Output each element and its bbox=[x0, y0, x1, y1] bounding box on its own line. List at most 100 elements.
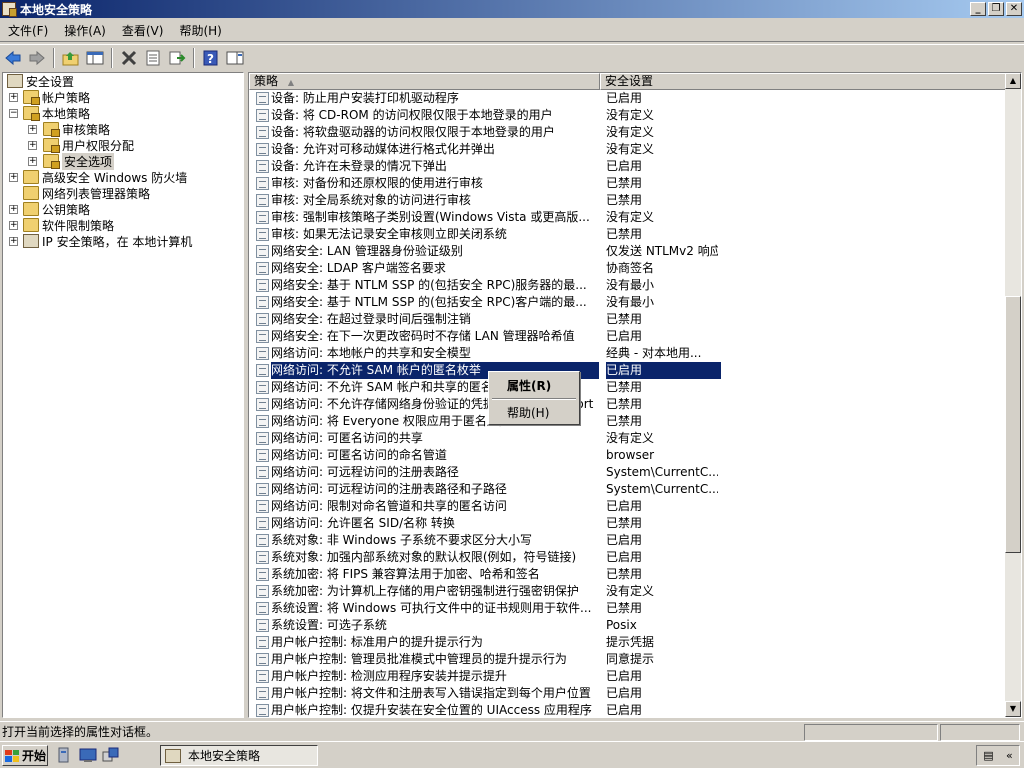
table-row[interactable]: 设备: 允许对可移动媒体进行格式化并弹出 没有定义 bbox=[249, 141, 1007, 158]
policy-name: 系统对象: 加强内部系统对象的默认权限(例如，符号链接) bbox=[271, 550, 577, 564]
table-row[interactable]: 系统加密: 为计算机上存储的用户密钥强制进行强密钥保护 没有定义 bbox=[249, 583, 1007, 600]
context-menu-properties[interactable]: 属性(R) bbox=[493, 377, 575, 395]
help-button[interactable]: ? bbox=[200, 47, 222, 69]
tree-node-firewall[interactable]: 高级安全 Windows 防火墙 bbox=[23, 169, 187, 185]
policy-item-icon bbox=[256, 381, 269, 394]
expand-toggle[interactable]: + bbox=[9, 237, 18, 246]
table-row[interactable]: 网络安全: 在超过登录时间后强制注销 已禁用 bbox=[249, 311, 1007, 328]
expand-toggle[interactable]: + bbox=[9, 221, 18, 230]
scroll-thumb[interactable] bbox=[1005, 296, 1021, 553]
table-row[interactable]: 网络安全: 基于 NTLM SSP 的(包括安全 RPC)客户端的最... 没有最… bbox=[249, 294, 1007, 311]
taskbar-item-local-security-policy[interactable]: 本地安全策略 bbox=[160, 745, 318, 766]
policy-item-icon bbox=[256, 687, 269, 700]
delete-button[interactable] bbox=[118, 47, 140, 69]
tree-node-audit-policy[interactable]: 审核策略 bbox=[43, 121, 110, 137]
column-header-setting[interactable]: 安全设置 bbox=[600, 73, 1010, 90]
table-row[interactable]: 网络安全: 在下一次更改密码时不存储 LAN 管理器哈希值 已启用 bbox=[249, 328, 1007, 345]
table-row[interactable]: 网络访问: 可匿名访问的命名管道 browser bbox=[249, 447, 1007, 464]
policy-item-icon bbox=[256, 466, 269, 479]
tree-node-security-options[interactable]: 安全选项 bbox=[43, 152, 115, 170]
tree-node-local-policy[interactable]: 本地策略 bbox=[23, 105, 90, 121]
table-row[interactable]: 网络访问: 不允许 SAM 帐户和共享的匿名枚举 已禁用 bbox=[249, 379, 1007, 396]
title-bar[interactable]: 本地安全策略 _ ❐ ✕ bbox=[0, 0, 1024, 18]
show-hide-tree-button[interactable] bbox=[84, 47, 106, 69]
server-manager-icon[interactable] bbox=[56, 747, 74, 763]
column-header-policy[interactable]: 策略 ▲ bbox=[249, 73, 600, 90]
menu-help[interactable]: 帮助(H) bbox=[171, 22, 229, 39]
table-row[interactable]: 网络访问: 可远程访问的注册表路径 System\CurrentC... bbox=[249, 464, 1007, 481]
table-row[interactable]: 网络访问: 本地帐户的共享和安全模型 经典 - 对本地用... bbox=[249, 345, 1007, 362]
menu-file[interactable]: 文件(F) bbox=[0, 22, 56, 39]
tree-node-software-restriction[interactable]: 软件限制策略 bbox=[23, 217, 114, 233]
table-row[interactable]: 网络访问: 不允许 SAM 帐户的匿名枚举 已启用 bbox=[249, 362, 1007, 379]
policy-setting: 已启用 bbox=[606, 533, 643, 547]
policy-setting: browser bbox=[606, 448, 655, 462]
scroll-down-button[interactable]: ▼ bbox=[1005, 701, 1021, 717]
properties-button[interactable] bbox=[142, 47, 164, 69]
table-row[interactable]: 用户帐户控制: 仅提升安装在安全位置的 UIAccess 应用程序 已启用 bbox=[249, 702, 1007, 717]
start-button[interactable]: 开始 bbox=[2, 745, 48, 766]
tree-label: 安全设置 bbox=[26, 74, 75, 89]
table-row[interactable]: 用户帐户控制: 检测应用程序安装并提示提升 已启用 bbox=[249, 668, 1007, 685]
menu-view[interactable]: 查看(V) bbox=[114, 22, 172, 39]
table-row[interactable]: 系统设置: 将 Windows 可执行文件中的证书规则用于软件... 已禁用 bbox=[249, 600, 1007, 617]
table-row[interactable]: 审核: 对备份和还原权限的使用进行审核 已禁用 bbox=[249, 175, 1007, 192]
table-row[interactable]: 用户帐户控制: 将文件和注册表写入错误指定到每个用户位置 已启用 bbox=[249, 685, 1007, 702]
close-button[interactable]: ✕ bbox=[1006, 2, 1022, 16]
expand-toggle[interactable]: + bbox=[28, 125, 37, 134]
network-tray-icon[interactable]: ▤ bbox=[983, 749, 993, 762]
table-row[interactable]: 系统加密: 将 FIPS 兼容算法用于加密、哈希和签名 已禁用 bbox=[249, 566, 1007, 583]
tree-node-public-key[interactable]: 公钥策略 bbox=[23, 201, 90, 217]
vertical-scrollbar[interactable]: ▲ ▼ bbox=[1005, 73, 1021, 717]
table-row[interactable]: 用户帐户控制: 管理员批准模式中管理员的提升提示行为 同意提示 bbox=[249, 651, 1007, 668]
tray-expand-icon[interactable]: « bbox=[1006, 749, 1013, 762]
show-desktop-icon[interactable] bbox=[79, 747, 97, 763]
tree-node-network-list[interactable]: 网络列表管理器策略 bbox=[23, 185, 150, 201]
expand-toggle[interactable]: + bbox=[9, 173, 18, 182]
tree-node-account-policy[interactable]: 帐户策略 bbox=[23, 89, 90, 105]
up-level-button[interactable] bbox=[60, 47, 82, 69]
expand-toggle[interactable]: + bbox=[9, 205, 18, 214]
minimize-button[interactable]: _ bbox=[970, 2, 986, 16]
collapse-toggle[interactable]: − bbox=[9, 109, 18, 118]
table-row[interactable]: 审核: 强制审核策略子类别设置(Windows Vista 或更高版... 没有定… bbox=[249, 209, 1007, 226]
policy-name: 网络访问: 可远程访问的注册表路径和子路径 bbox=[271, 482, 507, 496]
table-row[interactable]: 网络安全: LDAP 客户端签名要求 协商签名 bbox=[249, 260, 1007, 277]
table-row[interactable]: 审核: 对全局系统对象的访问进行审核 已禁用 bbox=[249, 192, 1007, 209]
table-row[interactable]: 网络访问: 可远程访问的注册表路径和子路径 System\CurrentC... bbox=[249, 481, 1007, 498]
table-row[interactable]: 网络访问: 不允许存储网络身份验证的凭据或 .NET Passport 已禁用 bbox=[249, 396, 1007, 413]
table-row[interactable]: 设备: 防止用户安装打印机驱动程序 已启用 bbox=[249, 90, 1007, 107]
table-row[interactable]: 设备: 将 CD-ROM 的访问权限仅限于本地登录的用户 没有定义 bbox=[249, 107, 1007, 124]
table-row[interactable]: 网络访问: 将 Everyone 权限应用于匿名用户 已禁用 bbox=[249, 413, 1007, 430]
table-row[interactable]: 审核: 如果无法记录安全审核则立即关闭系统 已禁用 bbox=[249, 226, 1007, 243]
scroll-up-button[interactable]: ▲ bbox=[1005, 73, 1021, 89]
expand-toggle[interactable]: + bbox=[28, 157, 37, 166]
tree-node-ipsec[interactable]: IP 安全策略，在 本地计算机 bbox=[23, 233, 192, 249]
table-row[interactable]: 用户帐户控制: 标准用户的提升提示行为 提示凭据 bbox=[249, 634, 1007, 651]
forward-button[interactable] bbox=[26, 47, 48, 69]
table-row[interactable]: 网络访问: 限制对命名管道和共享的匿名访问 已启用 bbox=[249, 498, 1007, 515]
table-row[interactable]: 网络访问: 可匿名访问的共享 没有定义 bbox=[249, 430, 1007, 447]
table-row[interactable]: 系统对象: 非 Windows 子系统不要求区分大小写 已启用 bbox=[249, 532, 1007, 549]
show-hide-action-pane-button[interactable] bbox=[224, 47, 246, 69]
table-row[interactable]: 网络访问: 允许匿名 SID/名称 转换 已禁用 bbox=[249, 515, 1007, 532]
tree-node-security-settings[interactable]: 安全设置 bbox=[7, 73, 74, 89]
table-row[interactable]: 系统对象: 加强内部系统对象的默认权限(例如，符号链接) 已启用 bbox=[249, 549, 1007, 566]
policy-item-icon bbox=[256, 228, 269, 241]
restore-button[interactable]: ❐ bbox=[988, 2, 1004, 16]
export-list-button[interactable] bbox=[166, 47, 188, 69]
policy-item-icon bbox=[256, 551, 269, 564]
expand-toggle[interactable]: + bbox=[9, 93, 18, 102]
table-row[interactable]: 网络安全: LAN 管理器身份验证级别 仅发送 NTLMv2 响应 bbox=[249, 243, 1007, 260]
context-menu-help[interactable]: 帮助(H) bbox=[493, 404, 575, 422]
expand-toggle[interactable]: + bbox=[28, 141, 37, 150]
table-row[interactable]: 网络安全: 基于 NTLM SSP 的(包括安全 RPC)服务器的最... 没有最… bbox=[249, 277, 1007, 294]
switch-windows-icon[interactable] bbox=[102, 747, 120, 763]
back-button[interactable] bbox=[2, 47, 24, 69]
table-row[interactable]: 系统设置: 可选子系统 Posix bbox=[249, 617, 1007, 634]
table-row[interactable]: 设备: 将软盘驱动器的访问权限仅限于本地登录的用户 没有定义 bbox=[249, 124, 1007, 141]
menu-action[interactable]: 操作(A) bbox=[56, 22, 114, 39]
table-row[interactable]: 设备: 允许在未登录的情况下弹出 已启用 bbox=[249, 158, 1007, 175]
ipsec-computer-icon bbox=[23, 234, 39, 248]
tree-node-user-rights[interactable]: 用户权限分配 bbox=[43, 137, 134, 153]
